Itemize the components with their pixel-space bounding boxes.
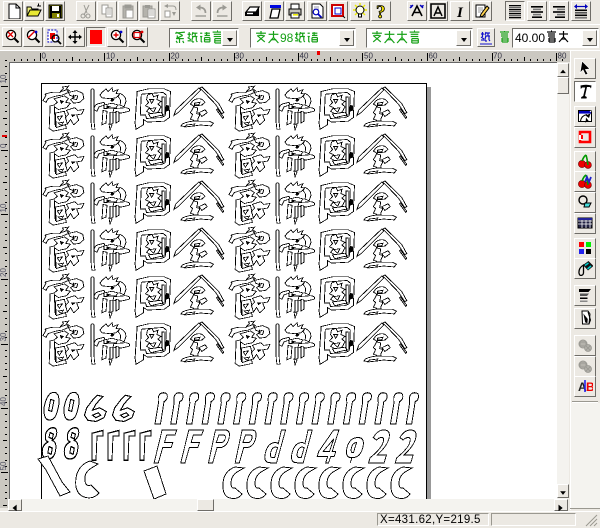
svg-text:50: 50 xyxy=(364,52,373,61)
svg-text:10: 10 xyxy=(0,74,8,83)
svg-text:20: 20 xyxy=(171,52,180,61)
svg-text:50: 50 xyxy=(0,461,8,470)
svg-text:40: 40 xyxy=(300,52,309,61)
svg-text:10: 10 xyxy=(106,52,115,61)
svg-text:98: 98 xyxy=(280,31,294,45)
svg-text:60: 60 xyxy=(429,52,438,61)
svg-text:0: 0 xyxy=(0,143,8,148)
svg-text:30: 30 xyxy=(0,332,8,341)
svg-text:30: 30 xyxy=(235,52,244,61)
svg-text:80: 80 xyxy=(558,52,567,61)
svg-text:?: ? xyxy=(376,3,386,19)
svg-text:0: 0 xyxy=(42,52,47,61)
svg-text:40.00: 40.00 xyxy=(515,31,545,45)
svg-text:70: 70 xyxy=(493,52,502,61)
svg-text:20: 20 xyxy=(0,268,8,277)
svg-text:10: 10 xyxy=(0,203,8,212)
svg-text:I: I xyxy=(456,5,464,19)
svg-text:B: B xyxy=(586,380,593,394)
svg-text:40: 40 xyxy=(0,397,8,406)
